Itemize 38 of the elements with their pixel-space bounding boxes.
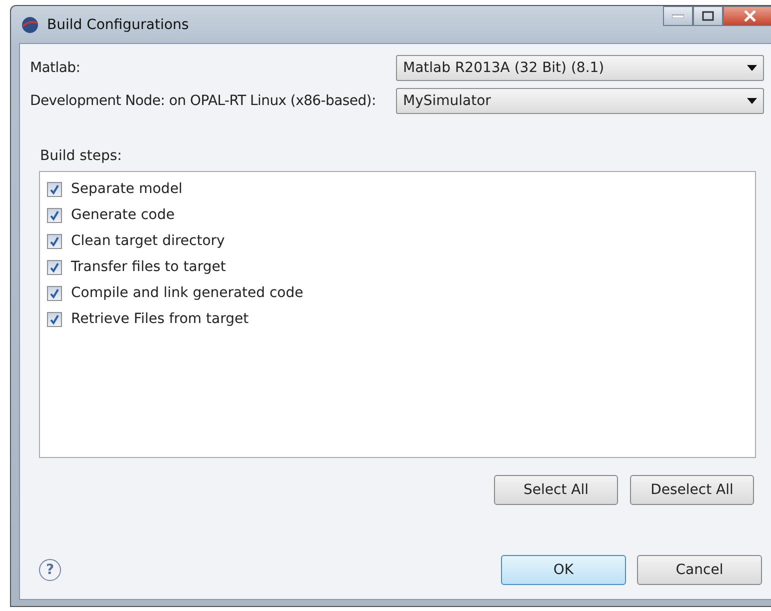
checkmark-icon (49, 314, 60, 324)
minimize-button[interactable] (663, 6, 693, 26)
step-label: Transfer files to target (71, 259, 226, 275)
dialog-button[interactable]: Cancel (637, 555, 762, 585)
section-label: Build steps: (40, 148, 123, 166)
checkmark-icon (49, 262, 60, 272)
step-label: Retrieve Files from target (71, 311, 249, 327)
selection-button[interactable]: Deselect All (630, 475, 754, 505)
dialog-button[interactable]: OK (501, 555, 626, 585)
help-icon[interactable]: ? (39, 559, 61, 581)
checkmark-icon (49, 210, 60, 220)
minimize-icon (672, 14, 684, 18)
checkbox[interactable] (47, 260, 62, 274)
checkbox[interactable] (47, 286, 62, 300)
step-label: Compile and link generated code (71, 285, 304, 301)
checkmark-icon (49, 236, 60, 246)
checkmark-icon (49, 288, 60, 298)
dropdown[interactable]: MySimulator (396, 88, 764, 114)
checkbox[interactable] (47, 182, 62, 196)
field-label: Matlab: (30, 60, 82, 76)
window-title: Build Configurations (47, 16, 189, 32)
dropdown[interactable]: Matlab R2013A (32 Bit) (8.1) (396, 55, 764, 81)
step-label: Generate code (71, 207, 175, 223)
selection-button[interactable]: Select All (494, 475, 618, 505)
maximize-button[interactable] (693, 6, 723, 26)
dropdown-caret-icon (747, 98, 757, 104)
checkbox[interactable] (47, 208, 62, 222)
close-button[interactable] (723, 6, 771, 26)
maximize-icon (702, 11, 714, 21)
field-label: Development Node: on OPAL-RT Linux (x86-based): (30, 93, 377, 109)
step-label: Separate model (71, 181, 182, 197)
checkbox[interactable] (47, 234, 62, 248)
app-icon (21, 16, 39, 34)
dropdown-caret-icon (747, 65, 757, 71)
close-icon (743, 10, 757, 22)
checkmark-icon (49, 184, 60, 194)
checkbox[interactable] (47, 312, 62, 326)
step-label: Clean target directory (71, 233, 225, 249)
